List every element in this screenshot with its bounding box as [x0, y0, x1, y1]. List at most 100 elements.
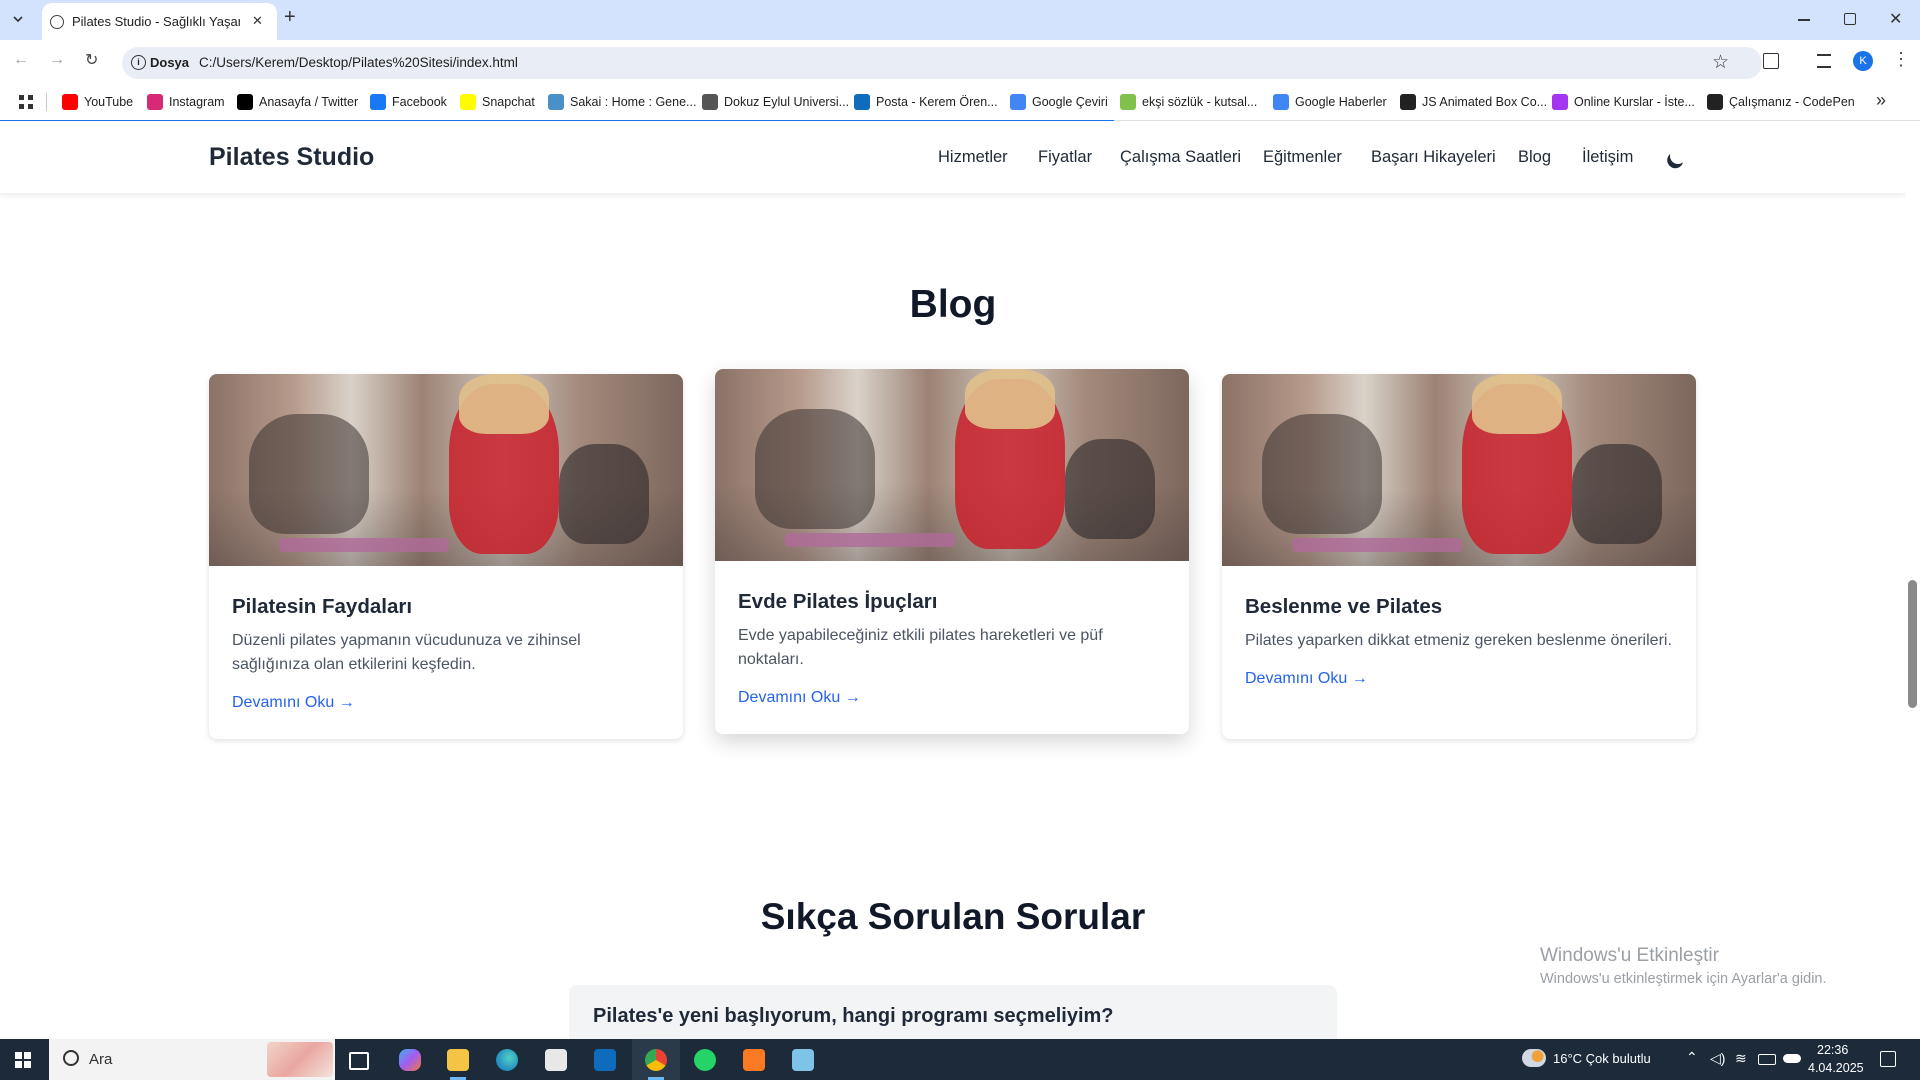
- nav-item-basari-hikayeleri[interactable]: Başarı Hikayeleri: [1371, 148, 1496, 167]
- menu-kebab-icon[interactable]: ⋮: [1892, 49, 1910, 70]
- bookmark-favicon-icon: [854, 94, 870, 110]
- read-more-link[interactable]: Devamını Oku →: [232, 694, 355, 712]
- bookmark-label: ekşi sözlük - kutsal...: [1142, 95, 1258, 109]
- faq-item[interactable]: Pilates'e yeni başlıyorum, hangi program…: [569, 985, 1337, 1039]
- battery-icon[interactable]: [1758, 1054, 1776, 1065]
- bookmark-favicon-icon: [1120, 94, 1136, 110]
- bookmark-label: Anasayfa / Twitter: [259, 95, 359, 109]
- new-tab-button[interactable]: +: [284, 6, 296, 29]
- read-more-link[interactable]: Devamını Oku →: [1245, 670, 1368, 688]
- bookmark-favicon-icon: [548, 94, 564, 110]
- bookmark-item[interactable]: Anasayfa / Twitter: [237, 91, 358, 113]
- back-icon[interactable]: ←: [13, 51, 29, 69]
- browser-tab-active[interactable]: Pilates Studio - Sağlıklı Yaşamın ✕: [42, 3, 277, 40]
- notepad-icon[interactable]: [792, 1049, 814, 1071]
- close-window-button[interactable]: ✕: [1889, 9, 1902, 29]
- nav-item-calisma-saatleri[interactable]: Çalışma Saatleri: [1120, 148, 1241, 167]
- tab-close-icon[interactable]: ✕: [252, 13, 263, 29]
- bookmark-item[interactable]: Posta - Kerem Ören...: [854, 91, 998, 113]
- bookmark-item[interactable]: Google Çeviri: [1010, 91, 1108, 113]
- globe-icon: [50, 15, 64, 29]
- search-highlight-image: [267, 1042, 333, 1077]
- address-bar[interactable]: i Dosya C:/Users/Kerem/Desktop/Pilates%2…: [122, 47, 1762, 79]
- bookmark-favicon-icon: [702, 94, 718, 110]
- forward-icon[interactable]: →: [49, 51, 65, 69]
- dark-mode-toggle-icon[interactable]: [1668, 146, 1689, 167]
- nav-item-iletisim[interactable]: İletişim: [1582, 148, 1633, 167]
- blog-card-excerpt: Pilates yaparken dikkat etmeniz gereken …: [1245, 632, 1672, 649]
- blog-card[interactable]: Beslenme ve Pilates Pilates yaparken dik…: [1222, 374, 1696, 739]
- bookmark-item[interactable]: YouTube: [62, 91, 133, 113]
- bookmark-item[interactable]: ekşi sözlük - kutsal...: [1120, 91, 1257, 113]
- copilot-icon[interactable]: [399, 1049, 421, 1071]
- chrome-icon[interactable]: [645, 1049, 667, 1071]
- site-chip[interactable]: Dosya: [150, 55, 189, 70]
- search-icon: [63, 1050, 79, 1066]
- tab-title: Pilates Studio - Sağlıklı Yaşamın: [72, 14, 240, 29]
- nav-item-hizmetler[interactable]: Hizmetler: [938, 148, 1008, 167]
- bookmark-favicon-icon: [62, 94, 78, 110]
- bookmark-item[interactable]: Google Haberler: [1273, 91, 1387, 113]
- show-hidden-icons-icon[interactable]: ⌃: [1686, 1049, 1698, 1066]
- bookmark-item[interactable]: Dokuz Eylul Universi...: [702, 91, 849, 113]
- avatar[interactable]: K: [1853, 51, 1873, 71]
- site-navbar: Pilates Studio Hizmetler Fiyatlar Çalışm…: [0, 121, 1906, 193]
- media-queue-icon[interactable]: [1817, 54, 1831, 68]
- activation-watermark-title: Windows'u Etkinleştir: [1540, 945, 1719, 966]
- bookmark-star-icon[interactable]: ☆: [1712, 51, 1729, 74]
- bookmark-item[interactable]: Instagram: [147, 91, 225, 113]
- read-more-link[interactable]: Devamını Oku →: [738, 689, 861, 707]
- bookmark-label: JS Animated Box Co...: [1422, 95, 1548, 109]
- page-viewport: Pilates Studio Hizmetler Fiyatlar Çalışm…: [0, 121, 1906, 1039]
- windows-start-icon[interactable]: [15, 1052, 31, 1068]
- bookmark-item[interactable]: Snapchat: [460, 91, 535, 113]
- edge-icon[interactable]: [496, 1049, 518, 1071]
- bookmark-item[interactable]: Çalışmanız - CodePen: [1707, 91, 1855, 113]
- clock-date[interactable]: 4.04.2025: [1808, 1061, 1864, 1075]
- volume-icon[interactable]: ◁): [1710, 1050, 1725, 1067]
- bookmark-item[interactable]: Facebook: [370, 91, 447, 113]
- bookmark-item[interactable]: JS Animated Box Co...: [1400, 91, 1547, 113]
- blog-card-title: Beslenme ve Pilates: [1245, 595, 1443, 618]
- restore-button[interactable]: [1844, 13, 1856, 25]
- more-bookmarks-icon[interactable]: »: [1876, 90, 1886, 111]
- site-brand[interactable]: Pilates Studio: [209, 143, 374, 172]
- bookmark-label: YouTube: [84, 95, 134, 109]
- reload-icon[interactable]: ↻: [85, 50, 98, 70]
- store-icon[interactable]: [545, 1049, 567, 1071]
- blog-card[interactable]: Pilatesin Faydaları Düzenli pilates yapm…: [209, 374, 683, 739]
- weather-text[interactable]: 16°C Çok bulutlu: [1553, 1051, 1651, 1066]
- blog-card-title: Pilatesin Faydaları: [232, 595, 413, 618]
- faq-question[interactable]: Pilates'e yeni başlıyorum, hangi program…: [593, 1005, 1114, 1028]
- info-icon[interactable]: i: [131, 55, 146, 70]
- tab-search-chevron-icon[interactable]: [13, 11, 23, 23]
- bookmark-item[interactable]: Online Kurslar - İste...: [1552, 91, 1695, 113]
- outlook-icon[interactable]: [594, 1049, 616, 1071]
- taskbar-search-box[interactable]: Ara: [49, 1039, 335, 1080]
- weather-icon[interactable]: [1522, 1049, 1546, 1067]
- url-text[interactable]: C:/Users/Kerem/Desktop/Pilates%20Sitesi/…: [199, 55, 518, 70]
- nav-item-egitmenler[interactable]: Eğitmenler: [1263, 148, 1342, 167]
- bookmark-label: Google Haberler: [1295, 95, 1387, 109]
- nav-item-fiyatlar[interactable]: Fiyatlar: [1038, 148, 1092, 167]
- clock-time[interactable]: 22:36: [1817, 1043, 1848, 1057]
- notifications-icon[interactable]: [1880, 1051, 1896, 1067]
- extensions-icon[interactable]: [1763, 53, 1779, 69]
- scrollbar-thumb[interactable]: [1908, 580, 1917, 708]
- bookmark-item[interactable]: Sakai : Home : Gene...: [548, 91, 696, 113]
- apps-grid-icon[interactable]: [19, 95, 33, 109]
- bookmark-label: Snapchat: [482, 95, 535, 109]
- task-view-icon[interactable]: [349, 1052, 369, 1070]
- file-explorer-icon[interactable]: [447, 1049, 469, 1071]
- blog-card-title: Evde Pilates İpuçları: [738, 590, 938, 613]
- blog-card-image: [209, 374, 683, 566]
- taskbar-search-placeholder: Ara: [89, 1051, 113, 1068]
- activation-watermark-subtitle: Windows'u etkinleştirmek için Ayarlar'a …: [1540, 971, 1827, 987]
- whatsapp-icon[interactable]: [694, 1049, 716, 1071]
- minimize-button[interactable]: [1798, 19, 1810, 21]
- nav-item-blog[interactable]: Blog: [1518, 148, 1551, 167]
- blog-card[interactable]: Evde Pilates İpuçları Evde yapabileceğin…: [715, 369, 1189, 734]
- onedrive-icon[interactable]: [1783, 1054, 1801, 1063]
- xampp-icon[interactable]: [743, 1049, 765, 1071]
- wifi-icon[interactable]: ≋: [1735, 1050, 1747, 1067]
